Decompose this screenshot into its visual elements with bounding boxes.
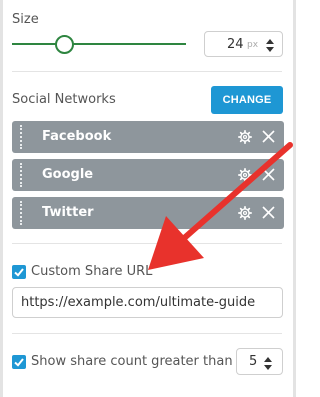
stepper-down-icon[interactable] (264, 365, 272, 370)
stepper-down-icon[interactable] (266, 47, 274, 52)
stepper-up-icon[interactable] (266, 39, 274, 44)
custom-share-url-input[interactable] (12, 287, 283, 318)
gear-icon[interactable] (238, 168, 252, 182)
share-count-value: 5 (249, 354, 258, 369)
custom-share-url-checkbox[interactable] (12, 265, 26, 279)
size-slider-track[interactable] (12, 43, 186, 45)
close-icon[interactable] (262, 168, 275, 181)
gear-icon[interactable] (238, 206, 252, 220)
size-unit: px (247, 40, 259, 50)
network-label: Facebook (42, 129, 112, 144)
share-count-checkbox[interactable] (12, 355, 26, 369)
share-count-number-input[interactable]: 5 (236, 348, 283, 375)
divider (12, 333, 282, 334)
custom-share-url-label: Custom Share URL (31, 264, 153, 279)
size-value: 24 (227, 37, 244, 52)
network-label: Twitter (42, 205, 94, 220)
drag-handle-icon[interactable] (20, 201, 23, 225)
size-number-input[interactable]: 24 px (204, 31, 283, 57)
size-stepper[interactable] (266, 39, 276, 53)
drag-handle-icon[interactable] (20, 163, 23, 187)
divider (12, 71, 282, 72)
stepper-up-icon[interactable] (264, 357, 272, 362)
gear-icon[interactable] (238, 130, 252, 144)
share-count-label: Show share count greater than (31, 354, 233, 369)
network-item-facebook[interactable]: Facebook (12, 121, 284, 153)
share-count-stepper[interactable] (264, 357, 274, 371)
size-label: Size (12, 12, 39, 27)
network-label: Google (42, 167, 94, 182)
panel-right-border (293, 0, 296, 397)
close-icon[interactable] (262, 206, 275, 219)
checkmark-icon (14, 358, 24, 367)
checkmark-icon (14, 268, 24, 277)
change-button[interactable]: CHANGE (211, 86, 283, 114)
network-item-google[interactable]: Google (12, 159, 284, 191)
divider (12, 243, 282, 244)
network-item-twitter[interactable]: Twitter (12, 197, 284, 229)
size-slider-knob[interactable] (55, 35, 74, 54)
social-networks-label: Social Networks (12, 92, 116, 107)
panel-left-border (0, 0, 3, 397)
drag-handle-icon[interactable] (20, 125, 23, 149)
close-icon[interactable] (262, 130, 275, 143)
